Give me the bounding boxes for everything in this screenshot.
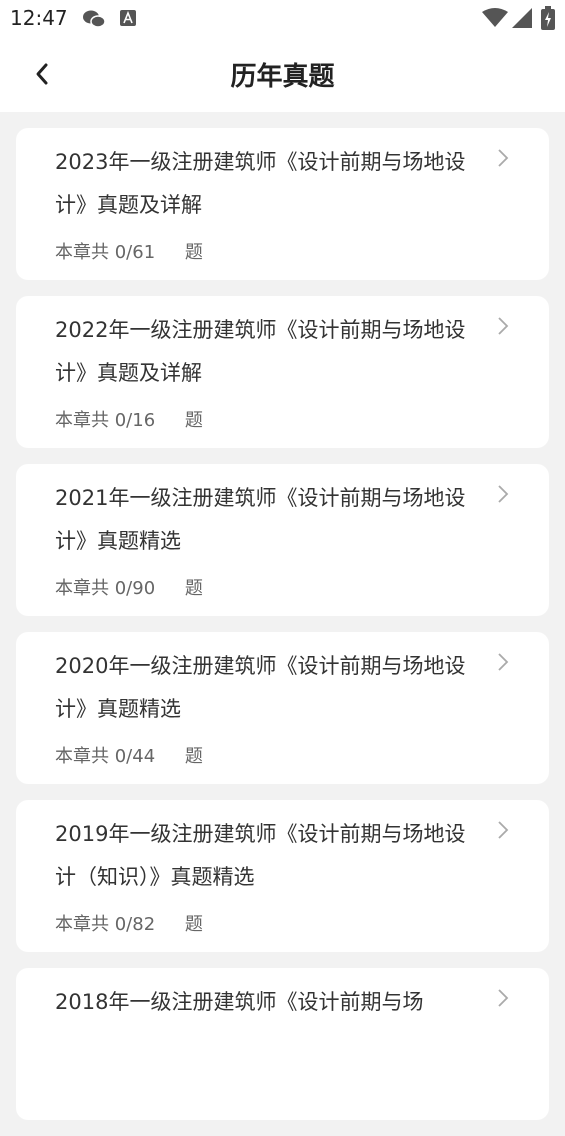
status-bar: 12:47 bbox=[0, 0, 565, 38]
chevron-right-icon bbox=[497, 484, 509, 508]
count-prefix: 本章共 bbox=[55, 746, 109, 767]
count-progress: 0/44 bbox=[114, 746, 156, 767]
count-progress: 0/82 bbox=[114, 914, 156, 935]
exam-title: 2023年一级注册建筑师《设计前期与场地设计》真题及详解 bbox=[55, 150, 466, 217]
exam-title: 2019年一级注册建筑师《设计前期与场地设计（知识）》真题精选 bbox=[55, 822, 466, 889]
exam-card[interactable]: 2021年一级注册建筑师《设计前期与场地设计》真题精选 本章共 0/90 题 bbox=[16, 464, 549, 616]
wifi-icon bbox=[482, 8, 508, 32]
chevron-right-icon bbox=[497, 148, 509, 172]
exam-card[interactable]: 2022年一级注册建筑师《设计前期与场地设计》真题及详解 本章共 0/16 题 bbox=[16, 296, 549, 448]
count-progress: 0/61 bbox=[114, 242, 156, 263]
exam-list: 2023年一级注册建筑师《设计前期与场地设计》真题及详解 本章共 0/61 题 … bbox=[16, 128, 549, 1136]
count-prefix: 本章共 bbox=[55, 578, 109, 599]
exam-title: 2018年一级注册建筑师《设计前期与场 bbox=[55, 990, 424, 1014]
page-title: 历年真题 bbox=[230, 62, 335, 92]
exam-title: 2020年一级注册建筑师《设计前期与场地设计》真题精选 bbox=[55, 654, 466, 721]
count-prefix: 本章共 bbox=[55, 914, 109, 935]
status-time: 12:47 bbox=[10, 6, 68, 30]
wechat-icon bbox=[82, 8, 106, 34]
chevron-right-icon bbox=[497, 652, 509, 676]
chevron-right-icon bbox=[497, 988, 509, 1012]
question-count: 本章共 0/61 题 bbox=[55, 238, 203, 264]
exam-card[interactable]: 2020年一级注册建筑师《设计前期与场地设计》真题精选 本章共 0/44 题 bbox=[16, 632, 549, 784]
chevron-right-icon bbox=[497, 820, 509, 844]
app-header: 历年真题 bbox=[0, 38, 565, 112]
exam-title: 2021年一级注册建筑师《设计前期与场地设计》真题精选 bbox=[55, 486, 466, 553]
count-progress: 0/90 bbox=[114, 578, 156, 599]
battery-icon bbox=[541, 6, 555, 34]
exam-card[interactable]: 2023年一级注册建筑师《设计前期与场地设计》真题及详解 本章共 0/61 题 bbox=[16, 128, 549, 280]
exam-card[interactable]: 2019年一级注册建筑师《设计前期与场地设计（知识）》真题精选 本章共 0/82… bbox=[16, 800, 549, 952]
question-count bbox=[55, 1078, 79, 1099]
question-count: 本章共 0/44 题 bbox=[55, 742, 203, 768]
keyboard-app-icon bbox=[120, 10, 136, 30]
count-unit: 题 bbox=[184, 242, 203, 263]
count-unit: 题 bbox=[184, 914, 203, 935]
count-prefix: 本章共 bbox=[55, 410, 109, 431]
question-count: 本章共 0/90 题 bbox=[55, 574, 203, 600]
count-prefix: 本章共 bbox=[55, 242, 109, 263]
exam-card[interactable]: 2018年一级注册建筑师《设计前期与场 bbox=[16, 968, 549, 1120]
count-unit: 题 bbox=[184, 746, 203, 767]
count-unit: 题 bbox=[184, 578, 203, 599]
count-unit: 题 bbox=[184, 410, 203, 431]
question-count: 本章共 0/16 题 bbox=[55, 406, 203, 432]
exam-title: 2022年一级注册建筑师《设计前期与场地设计》真题及详解 bbox=[55, 318, 466, 385]
question-count: 本章共 0/82 题 bbox=[55, 910, 203, 936]
signal-icon bbox=[512, 8, 532, 32]
chevron-right-icon bbox=[497, 316, 509, 340]
count-progress: 0/16 bbox=[114, 410, 156, 431]
